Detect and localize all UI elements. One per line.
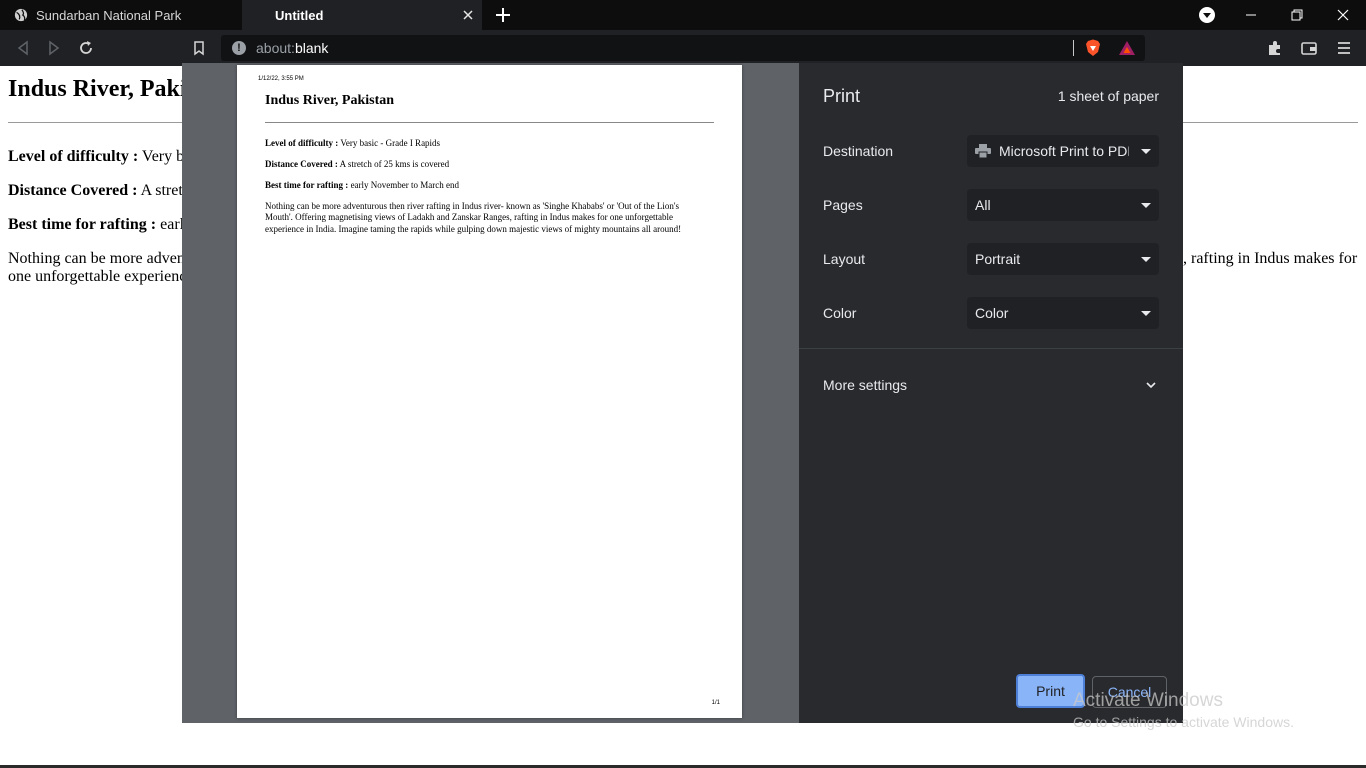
preview-paragraph: Nothing can be more adventurous then riv… — [265, 201, 682, 234]
forward-button[interactable] — [45, 39, 63, 57]
brave-shield-icon[interactable] — [1085, 39, 1101, 57]
tab-label: Untitled — [275, 7, 324, 23]
rewards-icon[interactable] — [1118, 40, 1136, 56]
layout-label: Layout — [823, 251, 866, 267]
tab-strip: Sundarban National Park Untitled — [0, 0, 1366, 30]
chevron-down-icon — [1141, 257, 1151, 262]
restore-button[interactable] — [1274, 0, 1320, 30]
print-title: Print — [823, 86, 861, 106]
extensions-button[interactable] — [1266, 39, 1284, 57]
wallet-icon — [1301, 42, 1317, 55]
url-text[interactable]: about:blank — [256, 40, 328, 56]
globe-icon — [14, 8, 28, 22]
puzzle-icon — [1269, 41, 1280, 55]
reload-button[interactable] — [77, 39, 95, 57]
preview-timestamp: 1/12/22, 3:55 PM — [258, 76, 304, 82]
preview-row-difficulty: Level of difficulty : Very basic - Grade… — [265, 138, 441, 148]
activation-watermark-text: Go to Settings to activate Windows. — [1073, 714, 1294, 730]
preview-title: Indus River, Pakistan — [265, 93, 395, 108]
bookmark-button[interactable] — [190, 39, 208, 57]
pages-select[interactable]: All — [967, 189, 1159, 221]
wallet-button[interactable] — [1300, 39, 1318, 57]
preview-row-distance: Distance Covered : A stretch of 25 kms i… — [265, 159, 450, 169]
preview-row-best-time: Best time for rafting : early November t… — [265, 180, 460, 190]
pages-value: All — [975, 197, 991, 213]
minimize-button[interactable] — [1228, 0, 1274, 30]
color-value: Color — [975, 305, 1009, 321]
layout-select[interactable]: Portrait — [967, 243, 1159, 275]
activation-watermark-title: Activate Windows — [1073, 690, 1223, 711]
tab-sundarban[interactable]: Sundarban National Park — [0, 0, 242, 30]
page-row-distance: Distance Covered : A stret — [8, 182, 183, 199]
destination-label: Destination — [823, 143, 894, 159]
preview-divider — [265, 122, 714, 123]
back-icon — [17, 40, 28, 56]
reload-icon — [80, 41, 92, 54]
page-row-difficulty: Level of difficulty : Very b — [8, 148, 185, 165]
menu-button[interactable] — [1335, 39, 1353, 57]
preview-sheet: 1/12/22, 3:55 PM Indus River, Pakistan L… — [237, 65, 742, 718]
url-scheme: about: — [256, 40, 295, 56]
settings-divider — [799, 348, 1183, 349]
tab-label: Sundarban National Park — [36, 7, 182, 23]
preview-page-number: 1/1 — [711, 700, 720, 706]
color-label: Color — [823, 305, 857, 321]
printer-icon — [975, 144, 991, 158]
page-paragraph-left: Nothing can be more adven one unforgettab… — [8, 250, 187, 285]
tab-search-icon[interactable] — [1199, 7, 1215, 23]
close-icon[interactable] — [460, 7, 476, 23]
close-window-button[interactable] — [1320, 0, 1366, 30]
address-bar[interactable] — [221, 35, 1145, 61]
page-row-best-time: Best time for rafting : earl — [8, 216, 185, 233]
destination-value: Microsoft Print to PDF — [999, 143, 1129, 159]
new-tab-icon[interactable] — [494, 6, 512, 24]
url-host: blank — [294, 40, 329, 56]
back-button[interactable] — [14, 39, 32, 57]
destination-select[interactable]: Microsoft Print to PDF — [967, 135, 1159, 167]
print-settings-panel: Print 1 sheet of paper Destination Micro… — [799, 63, 1183, 723]
page-paragraph-right: , rafting in Indus makes for — [1183, 250, 1358, 267]
tab-untitled[interactable]: Untitled — [242, 0, 482, 30]
chevron-down-icon — [1141, 311, 1151, 316]
expand-chevron-icon[interactable] — [1145, 379, 1157, 391]
forward-icon — [49, 40, 60, 56]
chevron-down-icon — [1141, 149, 1151, 154]
hamburger-icon — [1338, 42, 1350, 54]
site-info-icon[interactable]: ! — [232, 41, 246, 55]
more-settings-toggle[interactable]: More settings — [823, 377, 907, 393]
page-title: Indus River, Paki — [8, 76, 187, 102]
color-select[interactable]: Color — [967, 297, 1159, 329]
sheet-count: 1 sheet of paper — [1057, 88, 1159, 104]
address-divider — [1073, 40, 1074, 56]
bookmark-icon — [194, 41, 204, 56]
chevron-down-icon — [1141, 203, 1151, 208]
layout-value: Portrait — [975, 251, 1021, 267]
pages-label: Pages — [823, 197, 863, 213]
